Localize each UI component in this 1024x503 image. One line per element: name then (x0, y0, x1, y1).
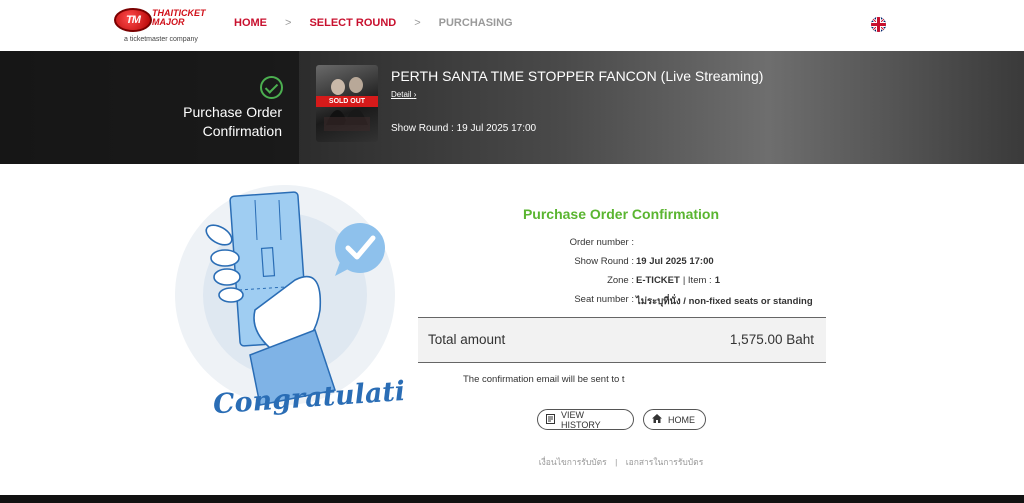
congratulations-illustration: Congratulations (175, 180, 459, 430)
confirmation-title: Purchase Order Confirmation (522, 206, 720, 222)
breadcrumb: HOME > SELECT ROUND > PURCHASING (234, 17, 513, 29)
breadcrumb-home[interactable]: HOME (234, 17, 267, 29)
detail-link[interactable]: Detail › (391, 90, 416, 99)
seat-number-label: Seat number : (574, 294, 634, 305)
footer-links: เงื่อนไขการรับบัตร | เอกสารในการรับบัตร (418, 455, 824, 469)
uk-flag-icon[interactable] (871, 17, 886, 32)
home-button[interactable]: HOME (643, 409, 706, 430)
ticket-documents-link[interactable]: เอกสารในการรับบัตร (626, 457, 704, 467)
ticket-terms-link[interactable]: เงื่อนไขการรับบัตร (539, 457, 607, 467)
thaiticket-major-logo[interactable]: TM THAITICKET MAJOR a ticketmaster compa… (110, 6, 210, 44)
show-round-label: Show Round : (574, 256, 634, 267)
breadcrumb-select-round[interactable]: SELECT ROUND (309, 17, 396, 29)
show-round-row: Show Round : 19 Jul 2025 17:00 (418, 256, 824, 267)
total-amount-label: Total amount (428, 332, 506, 347)
logo-name: THAITICKET MAJOR (152, 8, 206, 27)
seat-number-value: ไม่ระบุที่นั่ง / non-fixed seats or stan… (636, 296, 813, 307)
order-number-row: Order number : (418, 237, 824, 248)
event-title: PERTH SANTA TIME STOPPER FANCON (Live St… (391, 68, 764, 84)
order-number-label: Order number : (569, 237, 634, 248)
banner-show-round: Show Round : 19 Jul 2025 17:00 (391, 123, 537, 134)
item-label: | Item : (682, 275, 712, 286)
total-amount-box: Total amount 1,575.00 Baht (418, 317, 826, 363)
bottom-bar (0, 495, 1024, 503)
view-history-label: VIEW HISTORY (561, 409, 601, 430)
zone-value: E-TICKET (636, 275, 680, 286)
logo-badge: TM (114, 8, 152, 32)
zone-label: Zone : (607, 275, 634, 286)
chevron-right-icon: › (413, 90, 417, 99)
sold-out-badge: SOLD OUT (316, 96, 378, 107)
top-navigation: TM THAITICKET MAJOR a ticketmaster compa… (0, 0, 1024, 50)
show-round-value: 19 Jul 2025 17:00 (636, 256, 714, 267)
logo-tagline: a ticketmaster company (124, 36, 198, 43)
zone-row: Zone : E-TICKET | Item : 1 (418, 275, 824, 286)
home-label: HOME (668, 414, 695, 425)
event-poster: SOLD OUT (316, 65, 378, 142)
document-icon (546, 413, 555, 426)
event-banner: Purchase Order Confirmation SOLD OUT PER… (0, 51, 1024, 164)
check-circle-icon (260, 76, 283, 99)
breadcrumb-purchasing: PURCHASING (438, 17, 513, 29)
total-amount-value: 1,575.00 Baht (729, 332, 814, 347)
seat-number-row: Seat number : ไม่ระบุที่นั่ง / non-fixed… (418, 294, 824, 309)
home-icon (652, 414, 662, 425)
confirmation-email-note: The confirmation email will be sent to t (463, 374, 625, 385)
view-history-button[interactable]: VIEW HISTORY (537, 409, 634, 430)
item-value: 1 (714, 275, 720, 286)
footer-separator: | (615, 457, 618, 467)
breadcrumb-separator: > (285, 17, 292, 29)
breadcrumb-separator: > (414, 17, 421, 29)
banner-status-title: Purchase Order Confirmation (183, 104, 282, 139)
